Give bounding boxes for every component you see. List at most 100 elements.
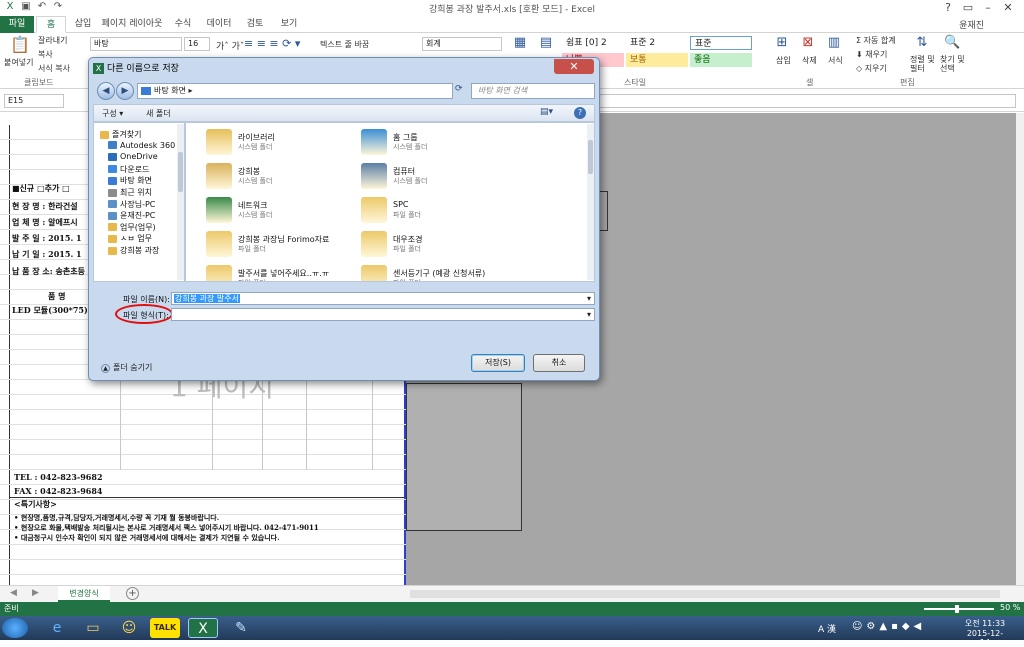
sheet-row[interactable] [0, 410, 406, 425]
excel-taskbar-icon[interactable]: X [188, 618, 218, 638]
cut-button[interactable]: 잘라내기 [38, 35, 67, 46]
nav-item[interactable]: Autodesk 360 [108, 141, 175, 150]
file-item[interactable]: 강희봉 시스템 폴더 [206, 163, 356, 195]
user-name[interactable]: 윤재진 [959, 18, 984, 31]
prev-sheet-icon[interactable]: ◀ [10, 588, 17, 598]
tab-page-layout[interactable]: 페이지 레이아웃 [100, 16, 164, 33]
tab-view[interactable]: 보기 [274, 16, 304, 33]
clock[interactable]: 오전 11:33 2015-12-14 [962, 618, 1008, 647]
file-item[interactable]: 컴퓨터 시스템 폴더 [361, 163, 511, 195]
name-box[interactable]: E15 [4, 94, 64, 108]
tab-review[interactable]: 검토 [240, 16, 270, 33]
wrap-text-button[interactable]: 텍스트 줄 바꿈 [320, 39, 369, 50]
style-normal-2[interactable]: 표준 2 [626, 36, 688, 50]
address-bar[interactable]: 바탕 화면 ▸ [137, 83, 453, 99]
style-neutral[interactable]: 보통 [626, 53, 688, 67]
sheet-tab-active[interactable]: 변경양식 [58, 586, 110, 602]
ime-indicator[interactable]: A 漢 [818, 622, 836, 635]
horizontal-scrollbar[interactable] [410, 590, 1000, 598]
tab-home[interactable]: 홈 [36, 16, 66, 33]
filetype-dropdown-icon[interactable]: ▾ [587, 309, 591, 320]
file-item[interactable]: SPC 파일 폴더 [361, 197, 511, 229]
clear-button[interactable]: ◇ 지우기 [856, 63, 887, 74]
cancel-button[interactable]: 취소 [533, 354, 585, 372]
paste-icon[interactable]: 📋 [10, 37, 30, 57]
nav-item[interactable]: 최근 위치 [108, 187, 152, 198]
font-select[interactable]: 바탕 [90, 37, 182, 51]
nav-item[interactable]: 사장님-PC [108, 199, 155, 210]
sheet-row[interactable] [0, 545, 406, 560]
files-scrollbar[interactable] [587, 124, 594, 280]
tab-data[interactable]: 데이터 [202, 16, 236, 33]
style-normal[interactable]: 표준 [690, 36, 752, 50]
format-table-icon[interactable]: ▤ [538, 35, 554, 51]
nav-item[interactable]: OneDrive [108, 152, 158, 161]
tab-formulas[interactable]: 수식 [168, 16, 198, 33]
conditional-format-icon[interactable]: ▦ [512, 35, 528, 51]
nav-scroll-thumb[interactable] [178, 152, 183, 192]
nav-scrollbar[interactable] [177, 124, 184, 280]
font-size-select[interactable]: 16 [184, 37, 210, 51]
nav-item[interactable]: 업무(업무) [108, 222, 156, 233]
format-label[interactable]: 서식 [828, 55, 843, 66]
filename-input[interactable]: 강희봉 과장 발주서 ▾ [171, 292, 595, 305]
insert-label[interactable]: 삽입 [776, 55, 791, 66]
insert-cells-icon[interactable]: ⊞ [774, 35, 790, 51]
grow-font-icon[interactable]: 가ˆ 가ˇ [216, 39, 244, 52]
tab-insert[interactable]: 삽입 [68, 16, 98, 33]
new-folder-button[interactable]: 새 폴더 [146, 108, 171, 119]
help-button[interactable]: ? [938, 0, 958, 16]
vertical-scrollbar[interactable] [1016, 113, 1024, 585]
search-input[interactable]: 바탕 화면 검색 [471, 83, 595, 99]
next-sheet-icon[interactable]: ▶ [32, 588, 39, 598]
file-item[interactable]: 네트워크 시스템 폴더 [206, 197, 356, 229]
sheet-row[interactable] [0, 440, 406, 455]
file-item[interactable]: 센서등기구 (예광 신청서류)파일 폴더 [361, 265, 511, 281]
delete-label[interactable]: 삭제 [802, 55, 817, 66]
internet-explorer-icon[interactable]: e [42, 618, 72, 638]
refresh-icon[interactable]: ⟳ [455, 84, 463, 94]
file-item[interactable]: 강희봉 과장님 Forimo자료 파일 폴더 [206, 231, 356, 263]
filename-dropdown-icon[interactable]: ▾ [587, 293, 591, 304]
close-button[interactable]: ✕ [998, 0, 1018, 16]
autosum-button[interactable]: Σ 자동 합계 [856, 35, 896, 46]
delete-cells-icon[interactable]: ⊠ [800, 35, 816, 51]
file-item[interactable]: 발주서를 넣어주세요..ㅠ.ㅠ파일 폴더 [206, 265, 356, 281]
fill-button[interactable]: ⬇ 채우기 [856, 49, 887, 60]
style-good[interactable]: 좋음 [690, 53, 752, 67]
format-painter-button[interactable]: 서식 복사 [38, 63, 70, 74]
find-select-label[interactable]: 찾기 및 선택 [940, 55, 965, 73]
zoom-slider-handle[interactable] [955, 605, 959, 613]
minimize-button[interactable]: – [978, 0, 998, 16]
help-icon[interactable]: ? [574, 107, 586, 119]
messenger-icon[interactable]: ☺ [114, 618, 144, 638]
save-button[interactable]: 저장(S) [471, 354, 525, 372]
tray-icons[interactable]: ☺⚙▲▪◆◀ [852, 621, 925, 632]
zoom-slider[interactable] [924, 608, 994, 610]
forward-button-icon[interactable]: ▶ [116, 82, 134, 100]
sheet-row[interactable] [0, 455, 406, 470]
sort-filter-icon[interactable]: ⇅ [914, 35, 930, 51]
sheet-row[interactable] [0, 425, 406, 440]
file-explorer-icon[interactable]: ▭ [78, 618, 108, 638]
file-item[interactable]: 홈 그룹 시스템 폴더 [361, 129, 511, 161]
paste-label[interactable]: 붙여넣기 [4, 57, 33, 68]
sort-filter-label[interactable]: 정렬 및 필터 [910, 55, 935, 73]
nav-item[interactable]: 강희봉 과장 [108, 245, 159, 256]
file-item[interactable]: 대우조경 파일 폴더 [361, 231, 511, 263]
nav-item[interactable]: 즐겨찾기 [100, 129, 141, 140]
tab-file[interactable]: 파일 [0, 16, 34, 33]
kakaotalk-icon[interactable]: TALK [150, 618, 180, 638]
view-options-icon[interactable]: ▤▾ [540, 107, 553, 117]
hide-folders-toggle[interactable]: ▲ 폴더 숨기기 [101, 362, 152, 373]
start-button-icon[interactable] [2, 618, 28, 638]
dialog-close-button[interactable]: ✕ [554, 59, 594, 74]
paint-icon[interactable]: ✎ [226, 618, 256, 638]
file-item[interactable]: 라이브러리 시스템 폴더 [206, 129, 356, 161]
ribbon-display-icon[interactable]: ▭ [958, 0, 978, 16]
copy-button[interactable]: 복사 [38, 49, 53, 60]
style-comma0-2[interactable]: 쉼표 [0] 2 [562, 36, 624, 50]
align-icons[interactable]: ≡ ≡ ≡ ⟳ ▾ [244, 37, 300, 50]
nav-item[interactable]: ㅅㅂ 업무 [108, 233, 152, 244]
format-cells-icon[interactable]: ▥ [826, 35, 842, 51]
